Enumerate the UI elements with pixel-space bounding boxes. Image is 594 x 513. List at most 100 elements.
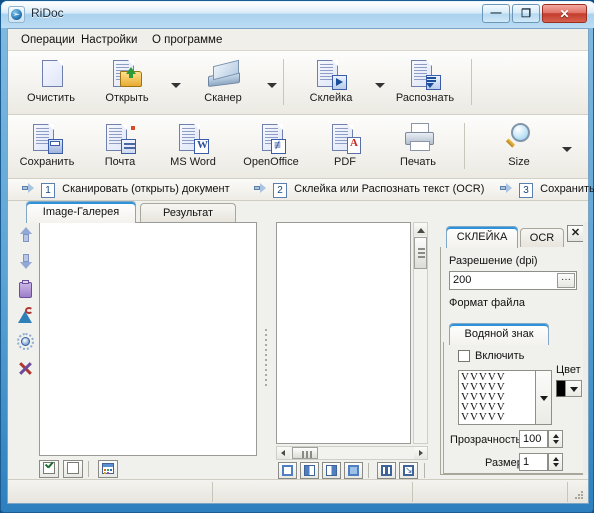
size-button[interactable]: Size: [486, 119, 552, 175]
brightness-button[interactable]: [16, 332, 36, 352]
pdf-button[interactable]: A PDF: [312, 119, 378, 175]
status-cell-1: [10, 482, 213, 502]
move-down-button[interactable]: [16, 252, 36, 272]
split-right-button[interactable]: [322, 462, 341, 479]
spinner-up-icon[interactable]: [553, 434, 559, 438]
clipboard-button[interactable]: [16, 280, 36, 300]
scroll-left-arrow[interactable]: [277, 447, 290, 459]
clipboard-icon: [19, 282, 32, 298]
tab-ocr-label: OCR: [529, 232, 555, 244]
menu-operations[interactable]: Операции: [16, 33, 80, 47]
watermark-color-dropdown[interactable]: [565, 380, 582, 397]
mail-button[interactable]: Почта: [87, 119, 153, 175]
tab-result[interactable]: Результат: [140, 203, 236, 223]
rotate-button[interactable]: [16, 306, 36, 326]
merge-dropdown-arrow[interactable]: [374, 79, 385, 90]
arrow-up-icon: [20, 227, 32, 234]
page-right-button[interactable]: ↘: [399, 462, 418, 479]
select-all-button[interactable]: [39, 460, 59, 478]
scanner-dropdown-arrow[interactable]: [266, 79, 277, 90]
transparency-spinner[interactable]: [548, 430, 563, 448]
step-3[interactable]: 3 Сохранить: [500, 182, 594, 198]
step-arrow-icon: [500, 183, 513, 193]
menu-bar: Операции Настройки О программе: [8, 29, 588, 51]
gallery-panel: [12, 222, 260, 478]
fit-width-icon: [348, 465, 359, 476]
scroll-up-arrow[interactable]: [414, 223, 427, 236]
application-window: RiDoc — ❐ ✕ Операции Настройки О програм…: [0, 0, 594, 513]
size-dropdown-arrow[interactable]: [561, 143, 572, 154]
split-left-button[interactable]: [300, 462, 319, 479]
gallery-vertical-toolbar: [16, 224, 38, 454]
minimize-button[interactable]: —: [482, 4, 510, 23]
watermark-pattern-preview[interactable]: VVVVV VVVVV VVVVV VVVVV VVVVV: [458, 370, 536, 425]
recognize-button[interactable]: Распознать: [392, 55, 458, 111]
step-1[interactable]: 1 Сканировать (открыть) документ: [22, 182, 230, 198]
maximize-button[interactable]: ❐: [512, 4, 540, 23]
spinner-down-icon[interactable]: [553, 463, 559, 467]
fit-width-button[interactable]: [344, 462, 363, 479]
menu-about[interactable]: О программе: [147, 33, 227, 47]
spinner-down-icon[interactable]: [553, 440, 559, 444]
spinner-up-icon[interactable]: [553, 457, 559, 461]
file-format-label: Формат файла: [449, 297, 525, 309]
print-button[interactable]: Печать: [385, 119, 451, 175]
scanner-button[interactable]: Сканер: [190, 55, 256, 111]
open-dropdown-arrow[interactable]: [170, 79, 181, 90]
close-panel-button[interactable]: ✕: [567, 225, 584, 242]
clear-button[interactable]: Очистить: [18, 55, 84, 111]
openoffice-button[interactable]: ≢ OpenOffice: [233, 119, 309, 175]
step-arrow-icon: [22, 183, 35, 193]
arrow-down-icon: [20, 262, 32, 269]
size-input[interactable]: 1: [519, 453, 548, 471]
resolution-browse-button[interactable]: ···: [557, 273, 575, 288]
deselect-all-icon: [67, 462, 79, 474]
page-left-button[interactable]: [377, 462, 396, 479]
thumbnail-view-button[interactable]: [98, 460, 118, 478]
scroll-thumb-horizontal[interactable]: [292, 447, 318, 459]
close-button[interactable]: ✕: [542, 4, 587, 23]
split-left-icon: [304, 465, 315, 476]
scroll-thumb[interactable]: [414, 237, 427, 269]
fit-page-button[interactable]: [278, 462, 297, 479]
resize-grip-icon[interactable]: [573, 489, 585, 501]
merge-button[interactable]: Склейка: [298, 55, 364, 111]
step-1-number: 1: [41, 183, 56, 198]
panel-splitter[interactable]: [264, 329, 270, 389]
resolution-input[interactable]: 200 ···: [449, 271, 577, 290]
maximize-icon: ❐: [521, 8, 531, 20]
deselect-all-button[interactable]: [63, 460, 83, 478]
toolbar-secondary: Сохранить Почта W MS Word ≢ OpenOffice A…: [8, 115, 588, 179]
main-tab-row: Image-Галерея Результат: [8, 201, 438, 223]
tab-ocr[interactable]: OCR: [520, 228, 564, 248]
tab-skleyka[interactable]: СКЛЕЙКА: [446, 226, 518, 248]
preview-horizontal-scrollbar[interactable]: [276, 446, 428, 460]
menu-settings[interactable]: Настройки: [76, 33, 142, 47]
client-area: Операции Настройки О программе Очистить …: [7, 28, 594, 504]
watermark-body: Включить VVVVV VVVVV VVVVV VVVVV VVVVV Ц…: [443, 342, 585, 474]
scroll-right-arrow[interactable]: [414, 447, 427, 459]
openoffice-icon: ≢: [253, 122, 289, 154]
preview-panel: ↘: [266, 222, 434, 479]
ms-word-button[interactable]: W MS Word: [160, 119, 226, 175]
split-right-icon: [326, 465, 337, 476]
blank-page-icon: [33, 58, 69, 90]
open-button[interactable]: Открыть: [94, 55, 160, 111]
gallery-list[interactable]: [39, 222, 257, 456]
step-2[interactable]: 2 Склейка или Распознать текст (OCR): [254, 182, 484, 198]
tab-watermark[interactable]: Водяной знак: [449, 323, 549, 345]
save-button[interactable]: Сохранить: [14, 119, 80, 175]
transparency-input[interactable]: 100: [519, 430, 548, 448]
watermark-enable-checkbox[interactable]: [458, 350, 470, 362]
watermark-pattern-dropdown[interactable]: [536, 370, 552, 425]
status-bar: [8, 479, 588, 503]
settings-tab-row: СКЛЕЙКА OCR: [440, 226, 584, 248]
preview-image-area[interactable]: [276, 222, 411, 444]
move-up-button[interactable]: [16, 226, 36, 246]
transparency-value: 100: [523, 433, 542, 445]
delete-button[interactable]: [16, 359, 36, 379]
preview-vertical-scrollbar[interactable]: [413, 222, 428, 444]
tab-image-gallery[interactable]: Image-Галерея: [26, 201, 136, 223]
preview-toolbar-separator-1: [368, 463, 369, 478]
size-spinner[interactable]: [548, 453, 563, 471]
